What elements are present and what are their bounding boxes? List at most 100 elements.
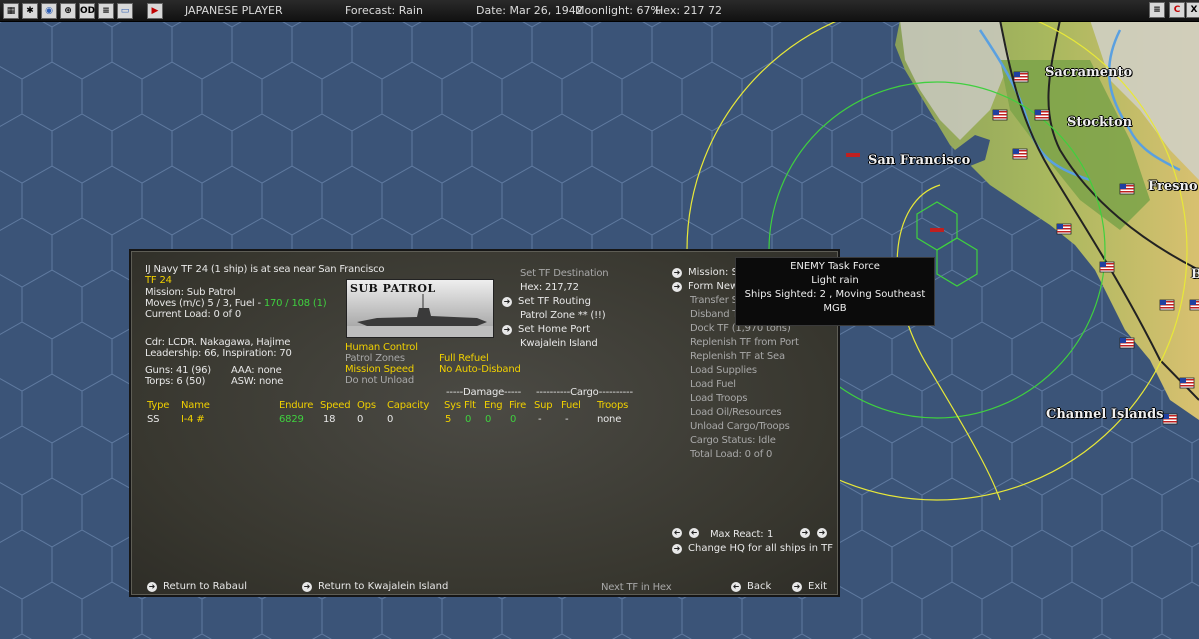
us-base-flag-icon[interactable] (992, 109, 1008, 121)
target-icon[interactable]: ⊕ (60, 2, 76, 19)
back-button[interactable]: ➜ Back (731, 581, 771, 592)
back-label: Back (747, 581, 772, 592)
arrow-right-icon: ➜ (302, 581, 312, 592)
us-base-flag-icon[interactable] (1159, 299, 1175, 311)
load-supplies-button[interactable]: Load Supplies (690, 365, 757, 376)
cell-fuel: - (565, 414, 569, 425)
moves-label: Moves (m/c) 5 / 3, Fuel - (145, 298, 264, 309)
col-fuel[interactable]: Fuel (561, 400, 581, 411)
cell-flt: 0 (465, 414, 472, 425)
load-troops-button[interactable]: Load Troops (690, 393, 747, 404)
us-base-flag-icon[interactable] (1012, 148, 1028, 160)
c-button[interactable]: C (1169, 2, 1185, 18)
col-troops[interactable]: Troops (597, 400, 628, 411)
replenish-port-button[interactable]: Replenish TF from Port (690, 337, 799, 348)
col-endure[interactable]: Endure (279, 400, 313, 411)
col-eng[interactable]: Eng (484, 400, 503, 411)
us-base-flag-icon[interactable] (1056, 223, 1072, 235)
tf-moves: Moves (m/c) 5 / 3, Fuel - 170 / 108 (1) (145, 298, 327, 309)
react-down-button[interactable]: ➜ (689, 528, 705, 538)
cell-fire: 0 (510, 414, 517, 425)
human-control-toggle[interactable]: Human Control (345, 342, 418, 353)
stack-icon[interactable]: ▦ (3, 2, 19, 19)
globe-icon[interactable]: ◉ (41, 2, 57, 19)
us-base-flag-icon[interactable] (1119, 183, 1135, 195)
city-label-partial: B (1191, 267, 1199, 282)
tf-current-load: Current Load: 0 of 0 (145, 309, 241, 320)
change-hq-button[interactable]: ➜ Change HQ for all ships in TF (672, 543, 833, 554)
cell-eng: 0 (485, 414, 492, 425)
react-min-button[interactable]: ➜ (672, 528, 688, 538)
us-base-flag-icon[interactable] (1013, 71, 1029, 83)
us-base-flag-icon[interactable] (1119, 337, 1135, 349)
arrow-right-icon: ➜ (672, 543, 682, 554)
col-fire[interactable]: Fire (509, 400, 526, 411)
skip-back-icon: ➜ (672, 528, 682, 538)
current-date: Date: Mar 26, 1942 (476, 4, 583, 17)
react-up-button[interactable]: ➜ (800, 528, 816, 538)
us-base-flag-icon[interactable] (1189, 299, 1199, 311)
tf-commander[interactable]: Cdr: LCDR. Nakagawa, Hajime (145, 337, 290, 348)
city-label-stockton: Stockton (1067, 115, 1133, 130)
us-base-flag-icon[interactable] (1162, 413, 1178, 425)
cargo-status: Cargo Status: Idle (690, 435, 776, 446)
col-capacity[interactable]: Capacity (387, 400, 429, 411)
arrow-right-icon: ➜ (502, 296, 512, 307)
tf-name: TF 24 (145, 275, 172, 286)
us-base-flag-icon[interactable] (1099, 261, 1115, 273)
next-tf-button[interactable]: Next TF in Hex (601, 582, 672, 593)
exit-button[interactable]: ➜ Exit (792, 581, 827, 592)
return-to-kwajalein-button[interactable]: ➜ Return to Kwajalein Island (302, 581, 448, 592)
max-react-value: 1 (767, 529, 774, 540)
us-base-flag-icon[interactable] (1179, 377, 1195, 389)
cell-speed: 18 (323, 414, 336, 425)
close-button[interactable]: X (1186, 2, 1199, 18)
col-flt[interactable]: Flt (464, 400, 476, 411)
col-speed[interactable]: Speed (320, 400, 351, 411)
us-base-flag-icon[interactable] (1034, 109, 1050, 121)
enemy-ship-marker[interactable] (930, 228, 944, 232)
col-sup[interactable]: Sup (534, 400, 553, 411)
col-name[interactable]: Name (181, 400, 210, 411)
set-tf-routing-label: Set TF Routing (518, 296, 591, 307)
load-fuel-button[interactable]: Load Fuel (690, 379, 736, 390)
unload-cargo-button[interactable]: Unload Cargo/Troops (690, 421, 790, 432)
no-auto-disband-toggle[interactable]: No Auto-Disband (439, 364, 521, 375)
play-icon[interactable]: ▶ (147, 2, 163, 19)
enemy-tf-tooltip: ENEMY Task Force Light rain Ships Sighte… (735, 257, 935, 326)
mission-image-sub-patrol: SUB PATROL (346, 279, 494, 338)
menu-icon[interactable]: ≡ (1149, 2, 1165, 18)
set-home-port-button[interactable]: ➜ Set Home Port (502, 324, 590, 335)
mission-speed-toggle[interactable]: Mission Speed (345, 364, 414, 375)
city-label-sacramento: Sacramento (1045, 65, 1133, 80)
enemy-ship-marker[interactable] (846, 153, 860, 157)
destination-hex: Hex: 217,72 (520, 282, 579, 293)
city-label-san-francisco: San Francisco (868, 153, 971, 168)
cargo-header: ----------Cargo---------- (536, 387, 633, 398)
od-button[interactable]: OD (79, 2, 95, 19)
load-oil-button[interactable]: Load Oil/Resources (690, 407, 782, 418)
tf-asw: ASW: none (231, 376, 284, 387)
cell-capacity: 0 (387, 414, 394, 425)
do-not-unload-toggle[interactable]: Do not Unload (345, 375, 414, 386)
tf-leadership: Leadership: 66, Inspiration: 70 (145, 348, 292, 359)
patrol-zones-toggle[interactable]: Patrol Zones (345, 353, 405, 364)
react-max-button[interactable]: ➜ (817, 528, 833, 538)
col-ops[interactable]: Ops (357, 400, 376, 411)
hex-coordinate: Hex: 217 72 (655, 4, 723, 17)
cell-name[interactable]: I-4 # (181, 414, 205, 425)
set-tf-routing-button[interactable]: ➜ Set TF Routing (502, 296, 591, 307)
weather-forecast: Forecast: Rain (345, 4, 423, 17)
col-sys[interactable]: Sys (444, 400, 461, 411)
replenish-sea-button[interactable]: Replenish TF at Sea (690, 351, 785, 362)
report-icon[interactable]: ≡ (98, 2, 114, 19)
return-to-rabaul-button[interactable]: ➜ Return to Rabaul (147, 581, 247, 592)
full-refuel-toggle[interactable]: Full Refuel (439, 353, 489, 364)
exit-label: Exit (808, 581, 827, 592)
arrow-right-icon: ➜ (800, 528, 810, 538)
tooltip-ship-type: MGB (823, 303, 847, 314)
tooltip-sighting: Ships Sighted: 2 , Moving Southeast (744, 289, 926, 300)
set-tf-destination[interactable]: Set TF Destination (520, 268, 609, 279)
gear-icon[interactable]: ✱ (22, 2, 38, 19)
window-icon[interactable]: ▭ (117, 2, 133, 19)
